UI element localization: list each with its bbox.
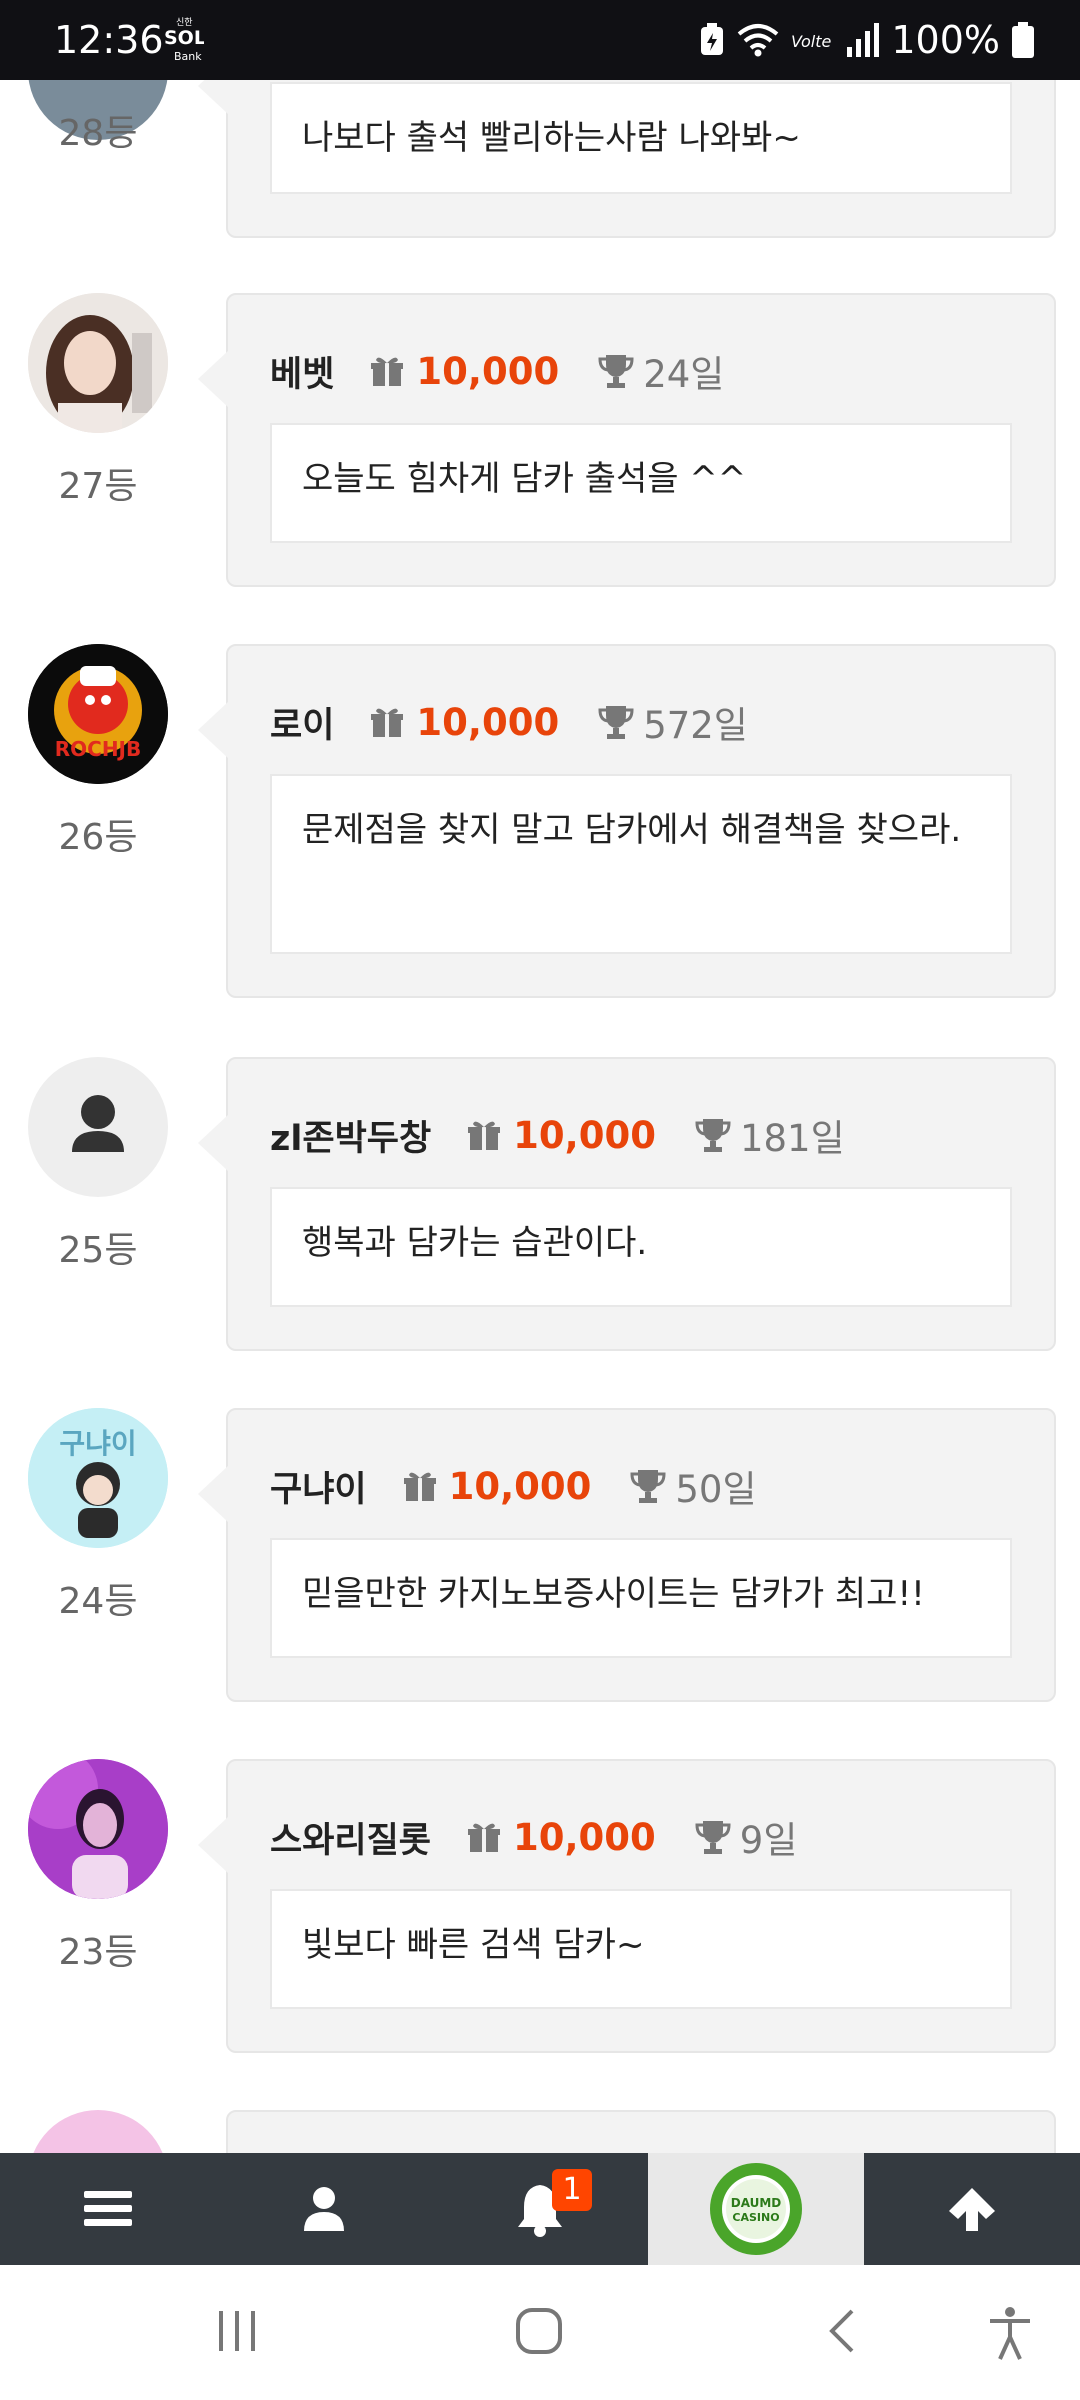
avatar[interactable] (28, 293, 168, 433)
sol-bank-icon: 신한 SOL Bank (164, 17, 204, 63)
rank-label: 23등 (58, 1932, 138, 1973)
battery-icon (1012, 22, 1034, 58)
site-logo-button[interactable]: DAUMD CASINO (648, 2153, 864, 2265)
attendance-days: 50일 (675, 1468, 757, 1511)
username[interactable]: 로이 (270, 697, 334, 748)
notification-badge: 1 (552, 2169, 592, 2211)
comment-message: 오늘도 힘차게 담카 출석을 ^^ (270, 423, 1012, 543)
user-icon (304, 2187, 344, 2231)
trophy-icon (630, 1470, 666, 1503)
svg-text:Volte: Volte (791, 32, 832, 51)
svg-text:DAUMD: DAUMD (731, 2196, 782, 2210)
svg-text:Bank: Bank (174, 50, 202, 63)
points-value: 10,000 (416, 700, 560, 744)
svg-text:ROCHJB: ROCHJB (55, 737, 142, 761)
trophy-icon (695, 1821, 731, 1854)
rank-label: 27등 (58, 466, 138, 507)
comment-message: 나보다 출석 빨리하는사람 나와봐~ (270, 82, 1012, 194)
rank-label: 25등 (58, 1230, 138, 1271)
gift-icon (468, 1823, 501, 1852)
comment-message: 행복과 담카는 습관이다. (270, 1187, 1012, 1307)
svg-text:CASINO: CASINO (732, 2211, 779, 2224)
attendance-days: 572일 (643, 704, 748, 747)
attendance-days: 24일 (643, 353, 725, 396)
home-icon[interactable] (515, 2307, 563, 2355)
avatar-photo (28, 293, 168, 433)
username[interactable]: zl존박두창 (270, 1110, 431, 1161)
menu-button[interactable] (0, 2153, 216, 2265)
comment-card: zl존박두창 10,000 181일 행복과 담카는 습관이다. (198, 1057, 1056, 1351)
comment-message: 믿을만한 카지노보증사이트는 담카가 최고!! (270, 1538, 1012, 1658)
attendance-feed[interactable]: 28등 나보다 출석 빨리하는사람 나와봐~ 27등 베벳 10,000 24일 (0, 80, 1080, 2153)
comment-card: 베벳 10,000 24일 오늘도 힘차게 담카 출석을 ^^ (198, 293, 1056, 587)
arrow-up-icon (949, 2188, 995, 2231)
menu-icon (84, 2191, 132, 2226)
gift-icon (468, 1121, 501, 1150)
bottom-app-bar: 1 DAUMD CASINO (0, 2153, 1080, 2265)
system-nav-bar (0, 2265, 1080, 2400)
comment-card: 구냐이 10,000 50일 믿을만한 카지노보증사이트는 담카가 최고!! (198, 1408, 1056, 1702)
trophy-icon (598, 355, 634, 388)
gift-icon (403, 1472, 436, 1501)
points-value: 10,000 (513, 1113, 656, 1157)
avatar[interactable] (28, 2110, 168, 2153)
scroll-top-button[interactable] (864, 2153, 1080, 2265)
comment-card: 나보다 출석 빨리하는사람 나와봐~ (198, 80, 1056, 238)
recent-apps-icon[interactable] (215, 2309, 259, 2353)
avatar[interactable]: ROCHJB (28, 644, 168, 784)
wifi-icon (738, 24, 779, 57)
avatar[interactable] (28, 1759, 168, 1899)
points-value: 10,000 (448, 1464, 592, 1508)
points-value: 10,000 (513, 1815, 656, 1859)
profile-button[interactable] (216, 2153, 432, 2265)
trophy-icon (695, 1119, 731, 1152)
comment-message: 빛보다 빠른 검색 담카~ (270, 1889, 1012, 2009)
status-time: 12:36 (54, 18, 164, 62)
gift-icon (371, 357, 404, 386)
avatar[interactable]: 구냐이 (28, 1408, 168, 1548)
comment-card: 스와리질롯 10,000 9일 빛보다 빠른 검색 담카~ (198, 1759, 1056, 2053)
default-user-icon (72, 1095, 124, 1152)
avatar[interactable] (28, 1057, 168, 1197)
attendance-days: 181일 (739, 1117, 845, 1160)
notifications-button[interactable]: 1 (432, 2153, 648, 2265)
daumd-casino-logo-icon: DAUMD CASINO (710, 2163, 802, 2255)
username[interactable]: 베벳 (270, 346, 334, 397)
battery-saver-icon (701, 23, 724, 55)
comment-message: 문제점을 찾지 말고 담카에서 해결책을 찾으라. (270, 774, 1012, 954)
accessibility-icon[interactable] (986, 2305, 1034, 2361)
svg-text:SOL: SOL (164, 27, 204, 49)
points-value: 10,000 (416, 349, 560, 393)
username[interactable]: 스와리질롯 (270, 1812, 431, 1863)
status-bar: 12:36 신한 SOL Bank Volte 100% (0, 0, 1080, 80)
signal-icon (847, 23, 880, 57)
avatar-logo: ROCHJB (28, 644, 168, 784)
volte-icon: Volte (791, 32, 832, 51)
comment-card: 로이 10,000 572일 문제점을 찾지 말고 담카에서 해결책을 찾으라. (198, 644, 1056, 998)
gift-icon (371, 708, 404, 737)
back-icon[interactable] (824, 2307, 860, 2355)
battery-percent: 100% (891, 18, 1000, 62)
username[interactable]: 구냐이 (270, 1461, 367, 1512)
rank-label: 26등 (58, 817, 138, 858)
rank-label: 28등 (58, 113, 138, 154)
avatar-photo: 구냐이 (28, 1408, 168, 1548)
avatar-photo (28, 1759, 168, 1899)
svg-text:구냐이: 구냐이 (59, 1427, 136, 1460)
trophy-icon (598, 706, 634, 739)
attendance-days: 9일 (739, 1819, 798, 1862)
rank-label: 24등 (58, 1581, 138, 1622)
comment-card (226, 2110, 1056, 2153)
